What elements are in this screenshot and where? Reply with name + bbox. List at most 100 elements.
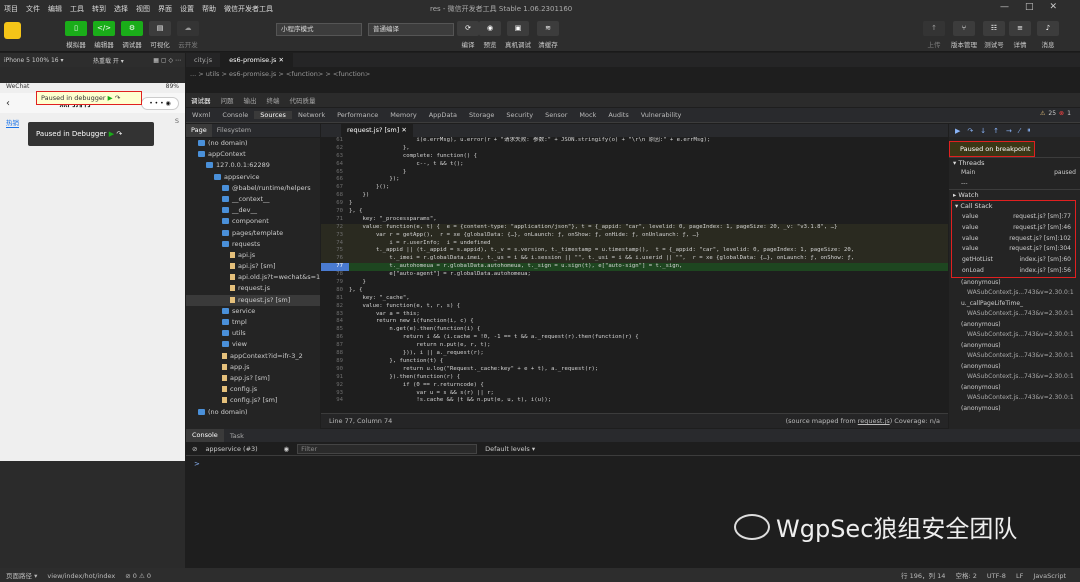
- call-frame[interactable]: value request.js? [sm]:46: [952, 223, 1075, 234]
- line-number[interactable]: 68: [321, 192, 349, 200]
- line-number[interactable]: 69: [321, 200, 349, 208]
- devtools-tab[interactable]: Console: [216, 111, 254, 119]
- tree-file[interactable]: api.js: [186, 250, 320, 261]
- tab-task[interactable]: Task: [224, 432, 250, 440]
- tree-folder[interactable]: component: [186, 216, 320, 227]
- code-line[interactable]: 84 return new i(function(i, c) {: [321, 318, 948, 326]
- status-language[interactable]: JavaScript: [1033, 572, 1066, 580]
- close-icon[interactable]: ✕: [1050, 2, 1058, 12]
- devtools-tab[interactable]: AppData: [423, 111, 463, 119]
- tree-folder[interactable]: 127.0.0.1:62289: [186, 160, 320, 171]
- code-line[interactable]: 80}, {: [321, 287, 948, 295]
- page-path-select[interactable]: 页面路径 ▾: [6, 572, 37, 580]
- menu-item[interactable]: 视图: [132, 4, 154, 14]
- code-line[interactable]: 69}: [321, 200, 948, 208]
- step-over-icon[interactable]: ↷: [967, 127, 973, 135]
- devtools-tab[interactable]: Mock: [573, 111, 602, 119]
- tree-folder[interactable]: service: [186, 306, 320, 317]
- thread-main[interactable]: Main paused: [949, 168, 1080, 179]
- mode-select[interactable]: 小程序模式: [276, 23, 362, 36]
- call-stack-header[interactable]: ▾ Call Stack: [952, 201, 1075, 212]
- devtools-tab[interactable]: Storage: [463, 111, 500, 119]
- code-line[interactable]: 73 var r = getApp(), r = xe {globalData:…: [321, 231, 948, 240]
- tree-folder[interactable]: __context__: [186, 194, 320, 205]
- tree-file[interactable]: api.js? [sm]: [186, 261, 320, 272]
- tree-folder[interactable]: @babel/runtime/helpers: [186, 183, 320, 194]
- devtools-tab[interactable]: Security: [500, 111, 539, 119]
- code-line[interactable]: 77 t._autohomeua = r.globalData.autohome…: [321, 263, 948, 272]
- devtools-tab[interactable]: Network: [292, 111, 331, 119]
- menu-item[interactable]: 微信开发者工具: [220, 4, 277, 14]
- code-line[interactable]: 70}, {: [321, 208, 948, 216]
- tab-s[interactable]: S: [175, 117, 179, 128]
- call-frame[interactable]: (anonymous): [949, 404, 1080, 425]
- resume-icon[interactable]: ▶: [109, 130, 114, 138]
- debugger-button[interactable]: ⚙ 调试器: [118, 21, 146, 49]
- code-line[interactable]: 78 e["auto-agent"] = r.globalData.autoho…: [321, 271, 948, 279]
- code-line[interactable]: 90 return u.log("Request._cache:key" + e…: [321, 366, 948, 374]
- messages-button[interactable]: ♪ 消息: [1034, 21, 1062, 49]
- line-number[interactable]: 63: [321, 153, 349, 161]
- code-line[interactable]: 85 n.get(e).then(function(i) {: [321, 326, 948, 334]
- line-number[interactable]: 91: [321, 374, 349, 382]
- watch-header[interactable]: ▸ Watch: [949, 189, 1080, 200]
- line-number[interactable]: 62: [321, 145, 349, 153]
- code-line[interactable]: 71 key: "_processparams",: [321, 216, 948, 224]
- capsule-button[interactable]: • • • ◉: [141, 96, 179, 110]
- step-into-icon[interactable]: ↓: [980, 127, 986, 135]
- code-line[interactable]: 87 return n.put(e, r, t);: [321, 342, 948, 350]
- tree-file[interactable]: api.old.js?t=wechat&s=1: [186, 272, 320, 283]
- line-number[interactable]: 94: [321, 397, 349, 405]
- code-line[interactable]: 92 if (0 == r.returncode) {: [321, 382, 948, 390]
- code-line[interactable]: 86 return i && (i.cache = !0, -1 == t &&…: [321, 334, 948, 342]
- tree-file[interactable]: appContext?id=ifr-3_2: [186, 351, 320, 362]
- levels-select[interactable]: Default levels ▾: [485, 445, 535, 453]
- code-line[interactable]: 61 i(e.errMsg), u.error(r + "请求失败: 参数:" …: [321, 137, 948, 145]
- version-button[interactable]: ⑂ 版本管理: [950, 21, 978, 49]
- minimize-icon[interactable]: —: [1000, 2, 1009, 12]
- remote-debug-button[interactable]: ▣ 真机调试: [504, 21, 532, 49]
- deactivate-breakpoints-icon[interactable]: ⁄: [1019, 127, 1020, 135]
- compile-select[interactable]: 普通编译: [368, 23, 454, 36]
- preview-button[interactable]: ◉ 预览: [476, 21, 504, 49]
- line-number[interactable]: 82: [321, 303, 349, 311]
- tree-file[interactable]: app.js? [sm]: [186, 373, 320, 384]
- code-line[interactable]: 62 },: [321, 145, 948, 153]
- code-line[interactable]: 74 i = r.userInfo; i = undefined: [321, 239, 948, 248]
- line-number[interactable]: 92: [321, 382, 349, 390]
- line-number[interactable]: 65: [321, 169, 349, 177]
- back-icon[interactable]: ‹: [6, 98, 10, 109]
- line-number[interactable]: 84: [321, 318, 349, 326]
- line-number[interactable]: 76: [321, 255, 349, 263]
- call-frame[interactable]: value request.js? [sm]:77: [952, 212, 1075, 223]
- devtools-tab[interactable]: Audits: [602, 111, 634, 119]
- code-line[interactable]: 67 }();: [321, 184, 948, 192]
- problem-counts[interactable]: ⊘ 0 ⚠ 0: [125, 572, 151, 580]
- line-number[interactable]: 72: [321, 224, 349, 232]
- line-number[interactable]: 93: [321, 390, 349, 398]
- menu-item[interactable]: 转到: [88, 4, 110, 14]
- maximize-icon[interactable]: □: [1025, 2, 1034, 12]
- tree-folder[interactable]: appservice: [186, 172, 320, 183]
- eye-icon[interactable]: ◉: [283, 445, 289, 453]
- context-select[interactable]: appservice (#3): [205, 445, 275, 453]
- tab-city-js[interactable]: city.js: [186, 53, 222, 67]
- devtools-tab[interactable]: Sensor: [539, 111, 573, 119]
- menu-item[interactable]: 文件: [22, 4, 44, 14]
- line-number[interactable]: 89: [321, 358, 349, 366]
- menu-item[interactable]: 选择: [110, 4, 132, 14]
- debug-tab[interactable]: 调试器: [186, 95, 216, 105]
- devtools-tab[interactable]: Performance: [331, 111, 384, 119]
- line-number[interactable]: 73: [321, 232, 349, 240]
- line-number[interactable]: 88: [321, 350, 349, 358]
- source-map-link[interactable]: request.js: [858, 417, 890, 425]
- debug-tab[interactable]: 代码质量: [285, 95, 321, 105]
- tab-page[interactable]: Page: [186, 124, 212, 137]
- tree-folder[interactable]: (no domain): [186, 138, 320, 149]
- tree-folder[interactable]: requests: [186, 239, 320, 250]
- line-number[interactable]: 70: [321, 208, 349, 216]
- line-number[interactable]: 86: [321, 334, 349, 342]
- call-frame[interactable]: (anonymous) WASubContext.js...743&v=2.30.…: [949, 320, 1080, 341]
- devtools-tab[interactable]: Memory: [384, 111, 422, 119]
- call-frame[interactable]: (anonymous) WASubContext.js...743&v=2.30.…: [949, 341, 1080, 362]
